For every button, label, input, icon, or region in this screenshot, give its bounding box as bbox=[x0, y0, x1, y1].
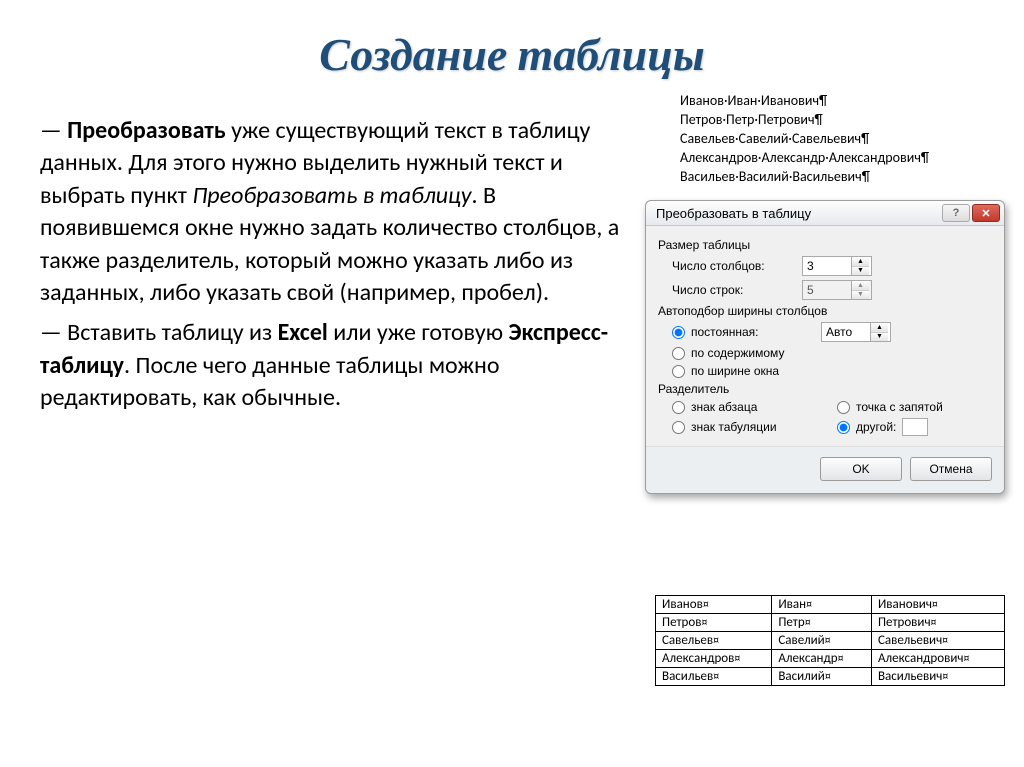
rows-label: Число строк: bbox=[672, 283, 802, 297]
sep-other-input[interactable] bbox=[902, 418, 928, 436]
table-cell: Александров bbox=[656, 650, 772, 668]
table-cell: Савельев bbox=[656, 632, 772, 650]
table-cell: Александрович bbox=[871, 650, 1004, 668]
dialog-titlebar: Преобразовать в таблицу ? ✕ bbox=[646, 201, 1004, 226]
sep-tab-label: знак табуляции bbox=[691, 420, 777, 434]
table-cell: Савелий bbox=[772, 632, 872, 650]
fixed-width-input[interactable] bbox=[822, 323, 870, 341]
table-cell: Василий bbox=[772, 668, 872, 686]
fixed-width-spinner[interactable]: ▲▼ bbox=[821, 322, 891, 342]
table-cell: Иванов bbox=[656, 596, 772, 614]
columns-spinner[interactable]: ▲▼ bbox=[802, 256, 872, 276]
fixed-width-radio[interactable] bbox=[672, 326, 685, 339]
ok-button[interactable]: OK bbox=[820, 457, 902, 481]
source-text-list: Иванов·Иван·ИвановичПетров·Петр·Петрович… bbox=[680, 92, 929, 186]
separator-group-label: Разделитель bbox=[658, 382, 992, 396]
table-cell: Савельевич bbox=[871, 632, 1004, 650]
sep-tab-radio[interactable] bbox=[672, 421, 685, 434]
rows-input bbox=[803, 281, 851, 299]
result-table: ИвановИванИвановичПетровПетрПетровичСаве… bbox=[655, 595, 1005, 686]
table-cell: Петрович bbox=[871, 614, 1004, 632]
help-button[interactable]: ? bbox=[942, 204, 970, 222]
source-text-line: Савельев·Савелий·Савельевич bbox=[680, 130, 929, 149]
paragraph-2: — Вставить таблицу из Excel или уже гото… bbox=[40, 317, 630, 414]
table-row: ВасильевВасилийВасильевич bbox=[656, 668, 1005, 686]
fit-window-radio[interactable] bbox=[672, 365, 685, 378]
table-cell: Петров bbox=[656, 614, 772, 632]
source-text-line: Иванов·Иван·Иванович bbox=[680, 92, 929, 111]
convert-to-table-dialog: Преобразовать в таблицу ? ✕ Размер табли… bbox=[645, 200, 1005, 494]
table-cell: Петр bbox=[772, 614, 872, 632]
source-text-line: Васильев·Василий·Васильевич bbox=[680, 168, 929, 187]
spin-up-icon: ▲ bbox=[852, 281, 869, 291]
columns-input[interactable] bbox=[803, 257, 851, 275]
table-cell: Иванович bbox=[871, 596, 1004, 614]
spin-down-icon[interactable]: ▼ bbox=[871, 333, 888, 342]
table-row: ПетровПетрПетрович bbox=[656, 614, 1005, 632]
sep-paragraph-label: знак абзаца bbox=[691, 400, 757, 414]
fit-content-label: по содержимому bbox=[691, 346, 821, 360]
close-button[interactable]: ✕ bbox=[972, 204, 1000, 222]
table-row: ИвановИванИванович bbox=[656, 596, 1005, 614]
cancel-button[interactable]: Отмена bbox=[910, 457, 992, 481]
dialog-title: Преобразовать в таблицу bbox=[656, 206, 811, 221]
sep-semicolon-radio[interactable] bbox=[837, 401, 850, 414]
table-cell: Александр bbox=[772, 650, 872, 668]
table-row: СавельевСавелийСавельевич bbox=[656, 632, 1005, 650]
fixed-width-label: постоянная: bbox=[691, 325, 821, 339]
sep-other-label: другой: bbox=[856, 420, 896, 434]
sep-semicolon-label: точка с запятой bbox=[856, 400, 943, 414]
table-cell: Васильевич bbox=[871, 668, 1004, 686]
table-row: АлександровАлександрАлександрович bbox=[656, 650, 1005, 668]
paragraph-1: — Преобразовать уже существующий текст в… bbox=[40, 115, 630, 309]
sep-other-radio[interactable] bbox=[837, 421, 850, 434]
page-title: Создание таблицы bbox=[0, 0, 1024, 100]
spin-down-icon: ▼ bbox=[852, 291, 869, 300]
source-text-line: Петров·Петр·Петрович bbox=[680, 111, 929, 130]
columns-label: Число столбцов: bbox=[672, 259, 802, 273]
spin-down-icon[interactable]: ▼ bbox=[852, 267, 869, 276]
fit-content-radio[interactable] bbox=[672, 347, 685, 360]
table-cell: Иван bbox=[772, 596, 872, 614]
size-group-label: Размер таблицы bbox=[658, 238, 992, 252]
rows-spinner: ▲▼ bbox=[802, 280, 872, 300]
autofit-group-label: Автоподбор ширины столбцов bbox=[658, 304, 992, 318]
spin-up-icon[interactable]: ▲ bbox=[852, 257, 869, 267]
description-text: — Преобразовать уже существующий текст в… bbox=[40, 115, 630, 423]
sep-paragraph-radio[interactable] bbox=[672, 401, 685, 414]
source-text-line: Александров·Александр·Александрович bbox=[680, 149, 929, 168]
spin-up-icon[interactable]: ▲ bbox=[871, 323, 888, 333]
fit-window-label: по ширине окна bbox=[691, 364, 821, 378]
table-cell: Васильев bbox=[656, 668, 772, 686]
